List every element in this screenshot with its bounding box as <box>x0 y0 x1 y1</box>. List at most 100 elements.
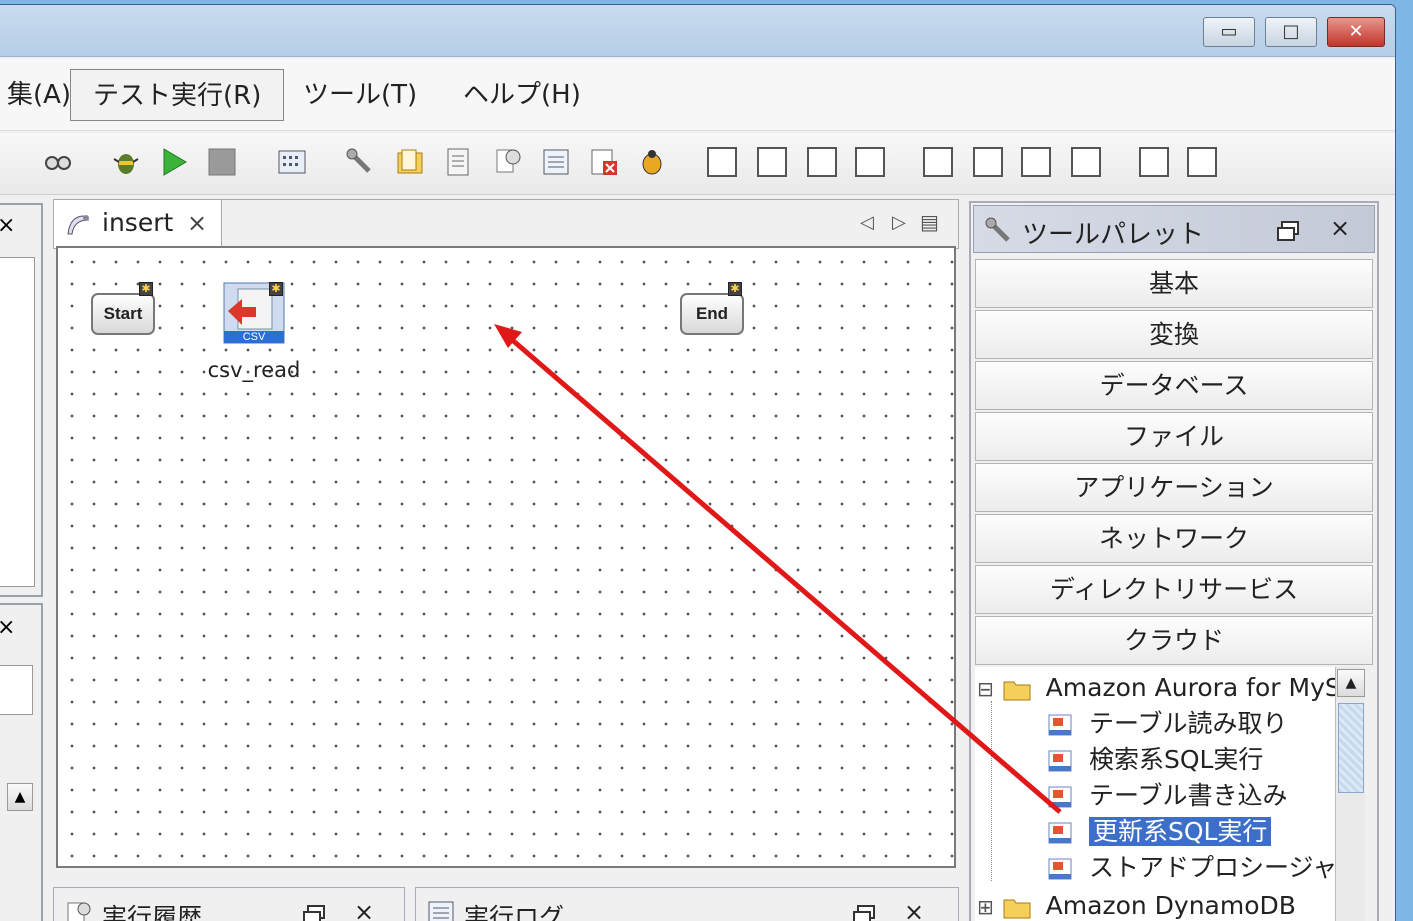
document-icon[interactable] <box>443 147 473 177</box>
distribute-horizontal-icon[interactable] <box>1139 147 1169 177</box>
palette-category-transform[interactable]: 変換 <box>975 310 1373 359</box>
log-panel-title: 実行ログ <box>464 903 565 921</box>
align-bottom-icon[interactable] <box>1071 147 1101 177</box>
history-icon <box>67 902 91 921</box>
editor-tab-insert[interactable]: insert × <box>54 200 222 248</box>
menu-test-run[interactable]: テスト実行(R) <box>70 69 285 121</box>
start-node[interactable]: Start <box>91 293 155 335</box>
tool-palette-header: ツールパレット × <box>973 205 1375 253</box>
palette-category-database[interactable]: データベース <box>975 361 1373 410</box>
log-icon <box>428 901 454 921</box>
palette-tree: ⊟ Amazon Aurora for MySQL テーブル読み取り 検索系SQ… <box>975 667 1335 921</box>
tree-group-aurora-label: Amazon Aurora for MySQL <box>1045 673 1335 702</box>
align-box-2-icon[interactable] <box>757 147 787 177</box>
history-panel-close-icon[interactable]: × <box>354 898 374 921</box>
restore-window-icon[interactable] <box>302 904 326 921</box>
grid-icon[interactable] <box>277 147 307 177</box>
palette-category-cloud[interactable]: クラウド <box>975 616 1373 665</box>
palette-tree-scrollbar[interactable]: ▲ <box>1335 667 1365 921</box>
db-component-icon <box>1048 714 1072 736</box>
align-center-icon[interactable] <box>973 147 1003 177</box>
restore-window-icon[interactable] <box>852 904 876 921</box>
align-box-4-icon[interactable] <box>855 147 885 177</box>
flow-canvas[interactable]: Start ✱ CSV ✱ csv_read End ✱ <box>56 246 956 868</box>
align-left-icon[interactable] <box>923 147 953 177</box>
tree-item-label: 検索系SQL実行 <box>1088 745 1264 774</box>
left-bottom-close-icon[interactable]: × <box>0 615 15 640</box>
scroll-thumb[interactable] <box>1338 703 1364 793</box>
db-component-icon <box>1048 786 1072 808</box>
folder-icon <box>1003 681 1031 701</box>
end-node[interactable]: End <box>680 293 744 335</box>
tool-palette-close-icon[interactable]: × <box>1330 214 1350 242</box>
left-top-close-icon[interactable]: × <box>0 213 15 238</box>
menu-tools[interactable]: ツール(T) <box>281 69 439 121</box>
left-bottom-panel: × ▲ <box>0 603 43 921</box>
palette-category-directory-service[interactable]: ディレクトリサービス <box>975 565 1373 614</box>
log-panel-close-icon[interactable]: × <box>904 898 924 921</box>
tree-item-label: テーブル読み取り <box>1088 709 1288 738</box>
debug-bug-icon[interactable] <box>111 147 141 177</box>
db-component-icon <box>1048 858 1072 880</box>
align-box-3-icon[interactable] <box>807 147 837 177</box>
tree-item-query-sql[interactable]: 検索系SQL実行 <box>1045 743 1263 777</box>
history-panel-title: 実行履歴 <box>102 903 203 921</box>
tree-guide-line <box>991 701 992 881</box>
palette-category-network[interactable]: ネットワーク <box>975 514 1373 563</box>
tab-list-icon[interactable]: ▤ <box>920 210 939 234</box>
editor-tab-close-icon[interactable]: × <box>187 209 207 237</box>
stop-icon[interactable] <box>207 147 237 177</box>
tree-item-stored-procedure[interactable]: ストアドプロシージャ <box>1045 851 1335 885</box>
minimize-button[interactable]: ▭ <box>1203 17 1255 47</box>
palette-category-application[interactable]: アプリケーション <box>975 463 1373 512</box>
folder-icon <box>1003 899 1031 919</box>
distribute-vertical-icon[interactable] <box>1187 147 1217 177</box>
end-node-badge-icon: ✱ <box>728 282 742 296</box>
align-box-1-icon[interactable] <box>707 147 737 177</box>
end-node-label: End <box>695 304 729 323</box>
clear-log-icon[interactable] <box>589 147 619 177</box>
scroll-up-button[interactable]: ▲ <box>1337 669 1365 697</box>
db-component-icon <box>1048 822 1072 844</box>
tree-group-dynamodb[interactable]: ⊞ Amazon DynamoDB <box>977 889 1296 921</box>
menu-bar: 集(A) テスト実行(R) ツール(T) ヘルプ(H) <box>0 59 1395 131</box>
folder-icon[interactable] <box>395 147 425 177</box>
history-icon[interactable] <box>493 147 523 177</box>
tab-nav-right-icon[interactable]: ▷ <box>892 212 906 233</box>
left-scroll-up-button[interactable]: ▲ <box>7 783 33 811</box>
maximize-button[interactable]: □ <box>1265 17 1317 47</box>
tree-item-label: テーブル書き込み <box>1088 781 1288 810</box>
wrench-icon <box>985 217 1010 242</box>
toolbar <box>0 133 1395 195</box>
palette-category-file[interactable]: ファイル <box>975 412 1373 461</box>
tree-item-update-sql[interactable]: 更新系SQL実行 <box>1045 815 1272 849</box>
tree-item-label: ストアドプロシージャ <box>1088 853 1335 882</box>
tree-item-table-read[interactable]: テーブル読み取り <box>1045 707 1287 741</box>
wrench-icon[interactable] <box>345 147 375 177</box>
title-bar: ▭ □ ✕ <box>0 5 1395 57</box>
log-icon[interactable] <box>541 147 571 177</box>
tree-expand-icon[interactable]: ⊞ <box>977 895 994 919</box>
glasses-icon[interactable] <box>43 147 73 177</box>
left-top-content <box>0 257 35 587</box>
bug-icon[interactable] <box>637 147 667 177</box>
app-window: ▭ □ ✕ 集(A) テスト実行(R) ツール(T) ヘルプ(H) ▲ inse… <box>0 4 1396 921</box>
palette-category-basic[interactable]: 基本 <box>975 259 1373 308</box>
editor-tab-label: insert <box>102 208 174 237</box>
left-top-panel: × <box>0 203 43 597</box>
left-bottom-field[interactable] <box>0 665 33 715</box>
menu-help[interactable]: ヘルプ(H) <box>441 69 603 121</box>
tree-item-label: 更新系SQL実行 <box>1088 817 1272 846</box>
csv-icon-text: CSV <box>242 331 266 343</box>
start-node-label: Start <box>103 304 143 323</box>
tree-item-table-write[interactable]: テーブル書き込み <box>1045 779 1287 813</box>
tree-collapse-icon[interactable]: ⊟ <box>977 677 994 701</box>
start-node-badge-icon: ✱ <box>139 282 153 296</box>
tree-group-aurora[interactable]: ⊟ Amazon Aurora for MySQL <box>977 671 1335 705</box>
run-icon[interactable] <box>159 147 189 177</box>
log-panel-header: 実行ログ × <box>415 887 959 921</box>
restore-window-icon[interactable] <box>1276 220 1300 242</box>
tab-nav-left-icon[interactable]: ◁ <box>860 212 874 233</box>
close-button[interactable]: ✕ <box>1327 17 1385 47</box>
align-top-icon[interactable] <box>1021 147 1051 177</box>
